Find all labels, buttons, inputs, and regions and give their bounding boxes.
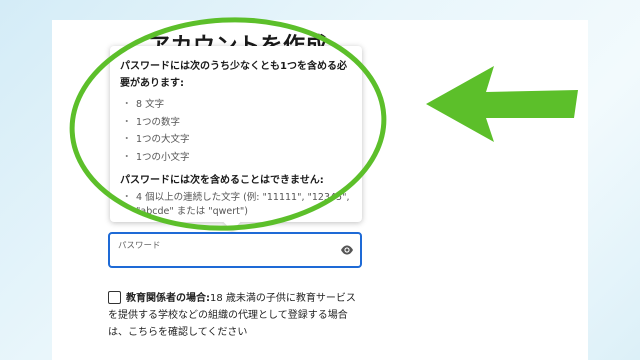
educator-line2: を提供する学校などの組織の代理として登録する場合	[108, 310, 348, 321]
educator-checkbox[interactable]	[108, 291, 121, 304]
password-input[interactable]	[118, 252, 318, 264]
educator-bold-label: 教育関係者の場合:	[126, 293, 210, 304]
educator-checkbox-row: 教育関係者の場合:18 歳未満の子供に教育サービス を提供する学校などの組織の代…	[108, 290, 370, 341]
highlight-ellipse	[69, 17, 387, 231]
educator-line3: は、こちらを確認してください	[108, 327, 248, 338]
educator-line1: 18 歳未満の子供に教育サービス	[210, 293, 356, 304]
password-field[interactable]: パスワード	[108, 232, 362, 268]
annotation-arrow-icon	[426, 66, 578, 142]
password-label: パスワード	[118, 241, 161, 251]
eye-icon[interactable]	[340, 244, 354, 256]
educator-text: 教育関係者の場合:18 歳未満の子供に教育サービス を提供する学校などの組織の代…	[108, 290, 370, 341]
